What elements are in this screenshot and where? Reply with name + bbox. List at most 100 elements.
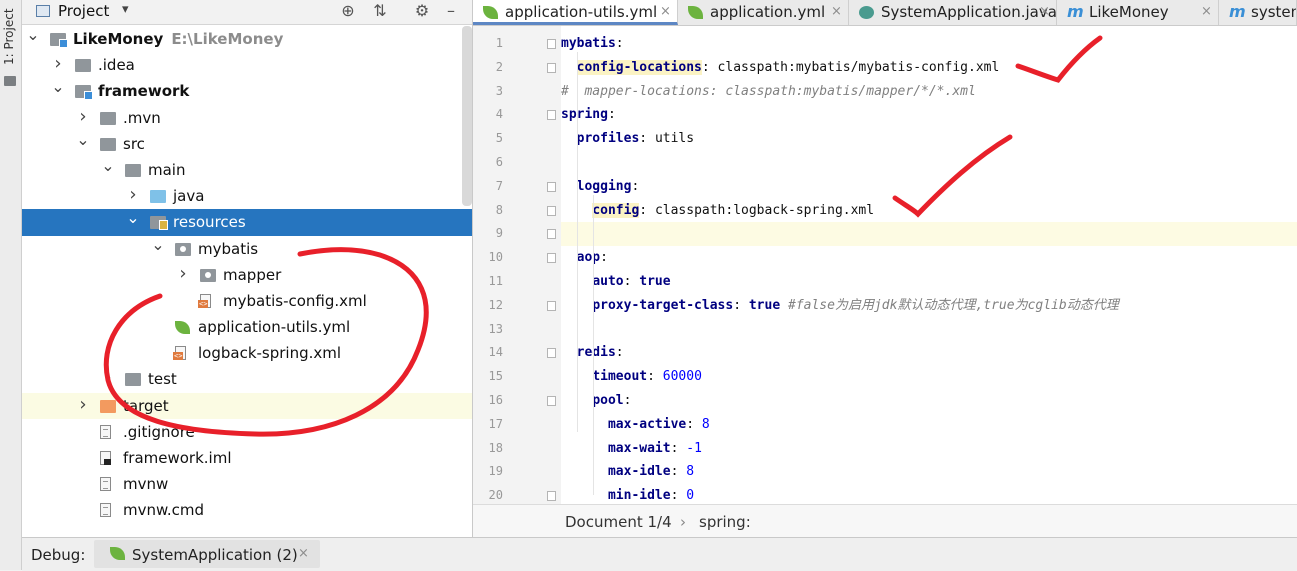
code-line[interactable] [561,222,1297,247]
folder-icon[interactable] [4,76,16,86]
tree-item-label: application-utils.yml [198,314,350,340]
tree-item[interactable]: mybatis-config.xml [22,288,472,314]
code-line[interactable]: aop: [561,246,1297,270]
code-line[interactable]: proxy-target-class: true #false为启用jdk默认动… [561,294,1297,318]
tree-item[interactable]: ⌄ main [22,156,472,183]
chevron-down-icon[interactable]: ⌄ [151,232,165,258]
chevron-right-icon[interactable]: › [76,104,90,130]
code-line[interactable] [561,151,1297,175]
code-line[interactable]: config: classpath:logback-spring.xml [561,199,1297,223]
chevron-down-icon[interactable]: ⌄ [126,205,140,231]
fold-marker-icon[interactable] [547,39,556,49]
chevron-down-icon[interactable]: ⌄ [51,74,65,100]
tree-item[interactable]: .gitignore [22,419,472,445]
tree-item[interactable]: › java [22,183,472,209]
chevron-right-icon[interactable]: › [101,365,115,391]
fold-marker-icon[interactable] [547,253,556,264]
tree-item[interactable]: ⌄ mybatis [22,235,472,262]
chevron-down-icon[interactable]: ⌄ [101,153,115,179]
tree-item[interactable]: ⌄ framework [22,77,472,104]
code-line[interactable]: max-wait: -1 [561,437,1297,461]
breadcrumb-document[interactable]: Document 1/4 [565,513,672,531]
debug-session-tab[interactable]: SystemApplication (2) × [94,540,320,568]
chevron-down-icon[interactable]: ▾ [122,2,129,17]
project-view-selector[interactable]: Project [58,2,109,20]
code-line[interactable]: mybatis: [561,32,1297,56]
tree-item[interactable]: mvnw [22,471,472,497]
chevron-right-icon[interactable]: › [176,261,190,287]
hide-icon[interactable]: – [440,1,462,20]
code-line[interactable]: spring: [561,103,1297,127]
tree-item[interactable]: framework.iml [22,445,472,471]
yaml-comment: #false为启用jdk默认动态代理,true为cglib动态代理 [788,297,1119,313]
tree-item[interactable]: › mapper [22,262,472,288]
editor-tab[interactable]: application-utils.yml × [473,0,678,25]
editor-tab[interactable]: m LikeMoney × [1057,0,1219,25]
code-line[interactable]: max-idle: 8 [561,460,1297,484]
project-tool-window-button[interactable]: 1: Project [2,8,16,72]
tree-item[interactable]: › .idea [22,52,472,78]
close-icon[interactable]: × [1039,0,1050,24]
fold-marker-icon[interactable] [547,348,556,359]
text-file-icon [100,424,111,439]
code-line[interactable]: timeout: 60000 [561,365,1297,389]
tree-item[interactable]: ⌄ src [22,130,472,157]
tree-scrollbar[interactable] [462,26,472,206]
fold-marker-icon[interactable] [547,62,556,73]
locate-icon[interactable]: ⊕ [337,1,359,20]
code-line[interactable]: pool: [561,389,1297,413]
close-icon[interactable]: × [298,546,309,561]
close-icon[interactable]: × [831,0,842,24]
fold-marker-icon[interactable] [547,300,556,311]
code-line[interactable]: redis: [561,341,1297,365]
chevron-right-icon[interactable]: › [126,182,140,208]
code-line[interactable]: profiles: utils [561,127,1297,151]
chevron-right-icon[interactable]: › [51,51,65,77]
code-line[interactable]: min-idle: 0 [561,484,1297,504]
code-line[interactable]: auto: true [561,270,1297,294]
tree-item-name: src [123,134,145,153]
code-line[interactable]: max-active: 8 [561,413,1297,437]
debug-bar: Debug: SystemApplication (2) × [22,537,1297,571]
yaml-value: 60000 [662,369,702,385]
collapse-all-icon[interactable]: ⇅ [369,1,391,20]
fold-marker-icon[interactable] [547,181,556,192]
tree-item[interactable]: mvnw.cmd [22,497,472,523]
tree-item-name: application-utils.yml [198,318,351,337]
code-area[interactable]: mybatis: config-locations: classpath:myb… [561,26,1297,504]
chevron-right-icon[interactable]: › [76,392,90,418]
code-line[interactable]: config-locations: classpath:mybatis/myba… [561,56,1297,80]
tree-item-name: mvnw [123,475,169,494]
fold-marker-icon[interactable] [547,396,556,406]
source-folder-icon [150,190,166,204]
package-folder-icon [175,242,191,256]
yaml-key: aop [576,250,601,266]
tree-item[interactable]: › target [22,392,472,419]
tree-item[interactable]: › test [22,366,472,392]
editor-tab[interactable]: application.yml × [678,0,849,25]
editor-tab[interactable]: msystem [1219,0,1297,25]
tree-item[interactable]: ⌄ LikeMoney E:\LikeMoney [22,25,472,52]
debug-session-label: SystemApplication (2) [132,546,298,564]
fold-marker-icon[interactable] [547,205,556,216]
chevron-down-icon[interactable]: ⌄ [26,22,40,48]
breadcrumb-path[interactable]: spring: [699,513,751,531]
spring-leaf-icon [110,547,125,560]
code-line[interactable] [561,318,1297,342]
tree-item[interactable]: ⌄ resources [22,208,472,236]
tree-item[interactable]: logback-spring.xml [22,340,472,366]
code-line[interactable]: # mapper-locations: classpath:mybatis/ma… [561,80,1297,104]
editor-tab[interactable]: SystemApplication.java × [849,0,1057,25]
tree-item[interactable]: application-utils.yml [22,314,472,340]
gear-icon[interactable]: ⚙ [411,1,433,20]
close-icon[interactable]: × [660,0,671,22]
fold-marker-icon[interactable] [547,229,556,240]
fold-marker-icon[interactable] [547,110,556,121]
line-number: 6 [495,155,503,169]
chevron-down-icon[interactable]: ⌄ [76,127,90,153]
spring-class-icon [859,6,874,19]
close-icon[interactable]: × [1201,0,1212,24]
code-line[interactable]: logging: [561,175,1297,199]
folder-icon [125,163,141,177]
fold-marker-icon[interactable] [547,491,556,502]
